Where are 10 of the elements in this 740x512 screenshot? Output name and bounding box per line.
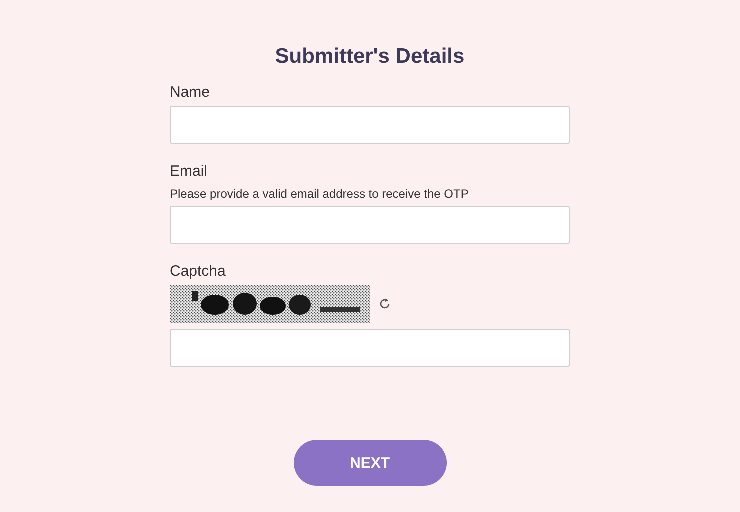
field-label: Email [170, 163, 209, 181]
form-title: Submitter's Details [275, 44, 465, 70]
input-field[interactable] [170, 206, 570, 244]
field-label: Name [170, 84, 212, 102]
field-hint: Please provide a valid email address to receive the OTP [170, 187, 470, 201]
input-field[interactable] [170, 106, 570, 144]
next-button[interactable]: NEXT [294, 440, 446, 486]
field-label: Captcha [170, 263, 227, 281]
refresh-icon[interactable] [378, 297, 392, 311]
captcha-field[interactable] [170, 329, 570, 367]
